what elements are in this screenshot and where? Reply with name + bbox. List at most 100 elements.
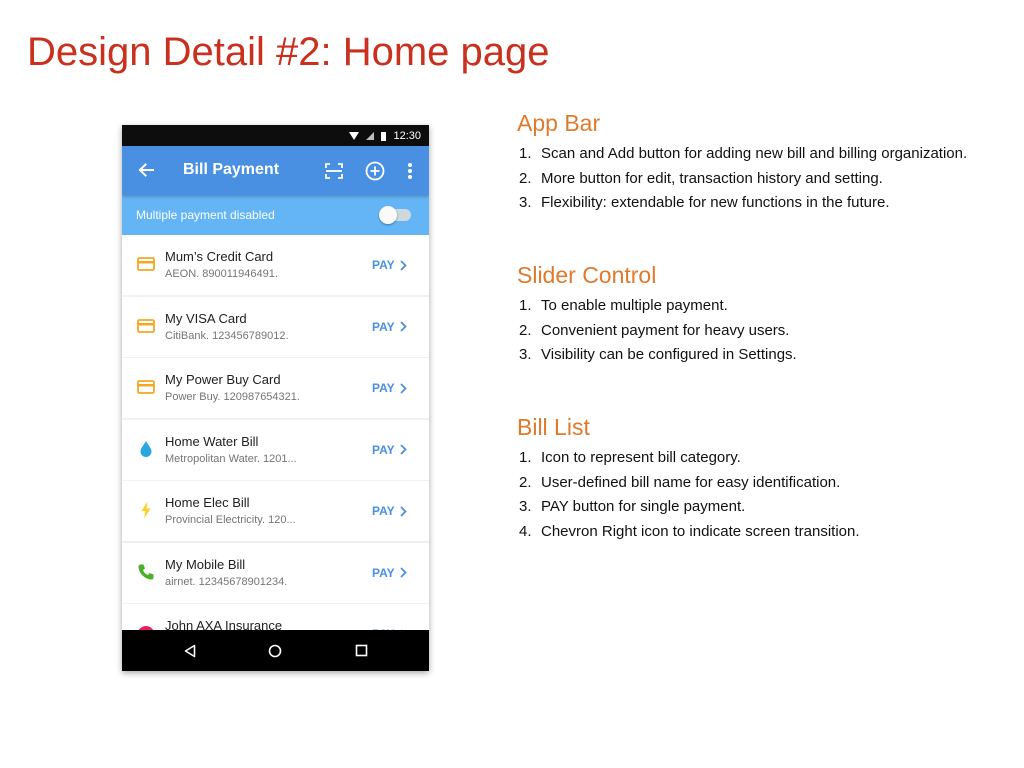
- credit-card-icon: [137, 257, 155, 271]
- chevron-right-icon: [400, 321, 407, 332]
- bill-name: My VISA Card: [165, 310, 247, 326]
- item-number: 1.: [519, 145, 532, 162]
- back-arrow-icon: [138, 163, 154, 177]
- nav-back-button[interactable]: [183, 644, 197, 658]
- item-number: 4.: [519, 522, 532, 540]
- bill-item[interactable]: My Power Buy Card Power Buy. 12098765432…: [122, 358, 429, 418]
- section-item: 2. User-defined bill name for easy identi…: [517, 471, 1017, 496]
- app-bar-title: Bill Payment: [183, 161, 280, 178]
- item-text: Scan and Add button for adding new bill …: [541, 145, 968, 162]
- section-list: 1. To enable multiple payment. 2. Convenie…: [517, 294, 1017, 368]
- bill-item[interactable]: My VISA Card CitiBank. 123456789012. PAY: [122, 296, 429, 357]
- slide-title: Design Detail #2: Home page: [27, 30, 550, 74]
- section-heading: Slider Control: [517, 262, 657, 288]
- item-text: Icon to represent bill category.: [541, 449, 741, 466]
- bill-detail: Metropolitan Water. 1201...: [165, 452, 297, 465]
- more-vert-icon: [408, 163, 412, 179]
- nav-home-button[interactable]: [268, 644, 282, 658]
- item-text: To enable multiple payment.: [541, 297, 728, 314]
- multiple-payment-toggle[interactable]: [379, 206, 411, 224]
- add-button[interactable]: [364, 160, 386, 182]
- chevron-right-icon: [400, 444, 407, 455]
- bill-name: Home Elec Bill: [165, 495, 250, 510]
- item-number: 1.: [519, 449, 532, 466]
- nav-recent-icon: [355, 644, 368, 657]
- bill-name: My Mobile Bill: [165, 556, 246, 572]
- bill-item[interactable]: My Mobile Bill airnet. 12345678901234. P…: [122, 542, 429, 603]
- chevron-right-icon: [400, 382, 407, 394]
- nav-back-icon: [184, 644, 196, 658]
- bill-name: Mum’s Credit Card: [165, 249, 274, 264]
- nav-recent-button[interactable]: [355, 644, 368, 657]
- pay-label: PAY: [372, 381, 395, 395]
- item-text: Convenient payment for heavy users.: [541, 321, 790, 339]
- phone-mockup: 12:30 Bill Payment Multiple payment disa…: [122, 125, 429, 671]
- battery-icon: [381, 130, 387, 141]
- bill-detail: Power Buy. 120987654321.: [165, 391, 300, 403]
- pay-label: PAY: [372, 442, 395, 457]
- nav-home-icon: [268, 644, 282, 658]
- system-nav-bar: [122, 630, 429, 671]
- chevron-right-icon: [400, 505, 407, 517]
- multiple-payment-label: Multiple payment disabled: [136, 208, 275, 222]
- bill-detail: airnet. 12345678901234.: [165, 575, 288, 588]
- credit-card-icon: [137, 380, 155, 394]
- bill-name: My Power Buy Card: [165, 372, 281, 387]
- pay-button[interactable]: PAY: [372, 565, 407, 581]
- chevron-right-icon: [400, 259, 407, 271]
- item-text: More button for edit, transaction histor…: [541, 169, 883, 187]
- wifi-icon: [349, 131, 360, 140]
- lightning-icon: [141, 501, 151, 519]
- pay-button[interactable]: PAY: [372, 442, 407, 458]
- bill-name: Home Water Bill: [165, 433, 259, 449]
- status-time: 12:30: [393, 129, 421, 142]
- item-text: Visibility can be configured in Settings…: [541, 346, 797, 363]
- section-item: 2. More button for edit, transaction hist…: [517, 167, 1017, 192]
- item-number: 3.: [519, 498, 532, 515]
- bill-item[interactable]: Mum’s Credit Card AEON. 890011946491. PA…: [122, 235, 429, 295]
- section-heading: Bill List: [517, 414, 590, 440]
- credit-card-icon: [137, 318, 155, 333]
- section-item: 3. PAY button for single payment.: [517, 495, 1017, 520]
- item-text: User-defined bill name for easy identifi…: [541, 473, 841, 491]
- section-list: 1. Scan and Add button for adding new bil…: [517, 142, 1017, 216]
- bill-item[interactable]: John AXA Insurance PAY: [122, 604, 429, 630]
- back-button[interactable]: [135, 159, 157, 181]
- section-heading: App Bar: [517, 110, 601, 136]
- bill-item[interactable]: Home Water Bill Metropolitan Water. 1201…: [122, 419, 429, 480]
- bill-item[interactable]: Home Elec Bill Provincial Electricity. 1…: [122, 481, 429, 541]
- signal-icon: [366, 131, 375, 140]
- more-button[interactable]: [403, 160, 417, 182]
- section-item: 1. To enable multiple payment.: [517, 294, 1017, 319]
- section-list: 1. Icon to represent bill category. 2. Use…: [517, 446, 1017, 544]
- item-number: 1.: [519, 297, 532, 314]
- item-text: Chevron Right icon to indicate screen tr…: [541, 522, 860, 540]
- scan-button[interactable]: [323, 160, 345, 182]
- phone-icon: [138, 564, 154, 579]
- scan-icon: [325, 163, 343, 179]
- item-number: 3.: [519, 194, 532, 211]
- bill-detail: CitiBank. 123456789012.: [165, 329, 289, 342]
- add-circle-icon: [365, 161, 385, 181]
- section-slider-control: Slider Control 1. To enable multiple paym…: [517, 262, 1017, 368]
- pay-button[interactable]: PAY: [372, 257, 407, 273]
- section-app-bar: App Bar 1. Scan and Add button for adding…: [517, 110, 1017, 216]
- insurance-icon: [138, 626, 154, 630]
- status-bar: 12:30: [122, 125, 429, 146]
- item-number: 2.: [519, 321, 532, 339]
- bill-list: Mum’s Credit Card AEON. 890011946491. PA…: [122, 235, 429, 630]
- section-item: 3. Flexibility: extendable for new functi…: [517, 191, 1017, 216]
- bill-name: John AXA Insurance: [165, 618, 283, 630]
- bill-detail: Provincial Electricity. 120...: [165, 514, 296, 526]
- pay-button[interactable]: PAY: [372, 319, 407, 335]
- pay-button[interactable]: PAY: [372, 503, 407, 519]
- section-bill-list: Bill List 1. Icon to represent bill categ…: [517, 414, 1017, 544]
- pay-button[interactable]: PAY: [372, 380, 407, 396]
- pay-label: PAY: [372, 319, 395, 334]
- item-number: 2.: [519, 169, 532, 187]
- pay-label: PAY: [372, 258, 395, 272]
- item-text: Flexibility: extendable for new function…: [541, 194, 890, 211]
- water-drop-icon: [140, 440, 152, 457]
- item-number: 2.: [519, 473, 532, 491]
- multiple-payment-bar: Multiple payment disabled: [122, 195, 429, 235]
